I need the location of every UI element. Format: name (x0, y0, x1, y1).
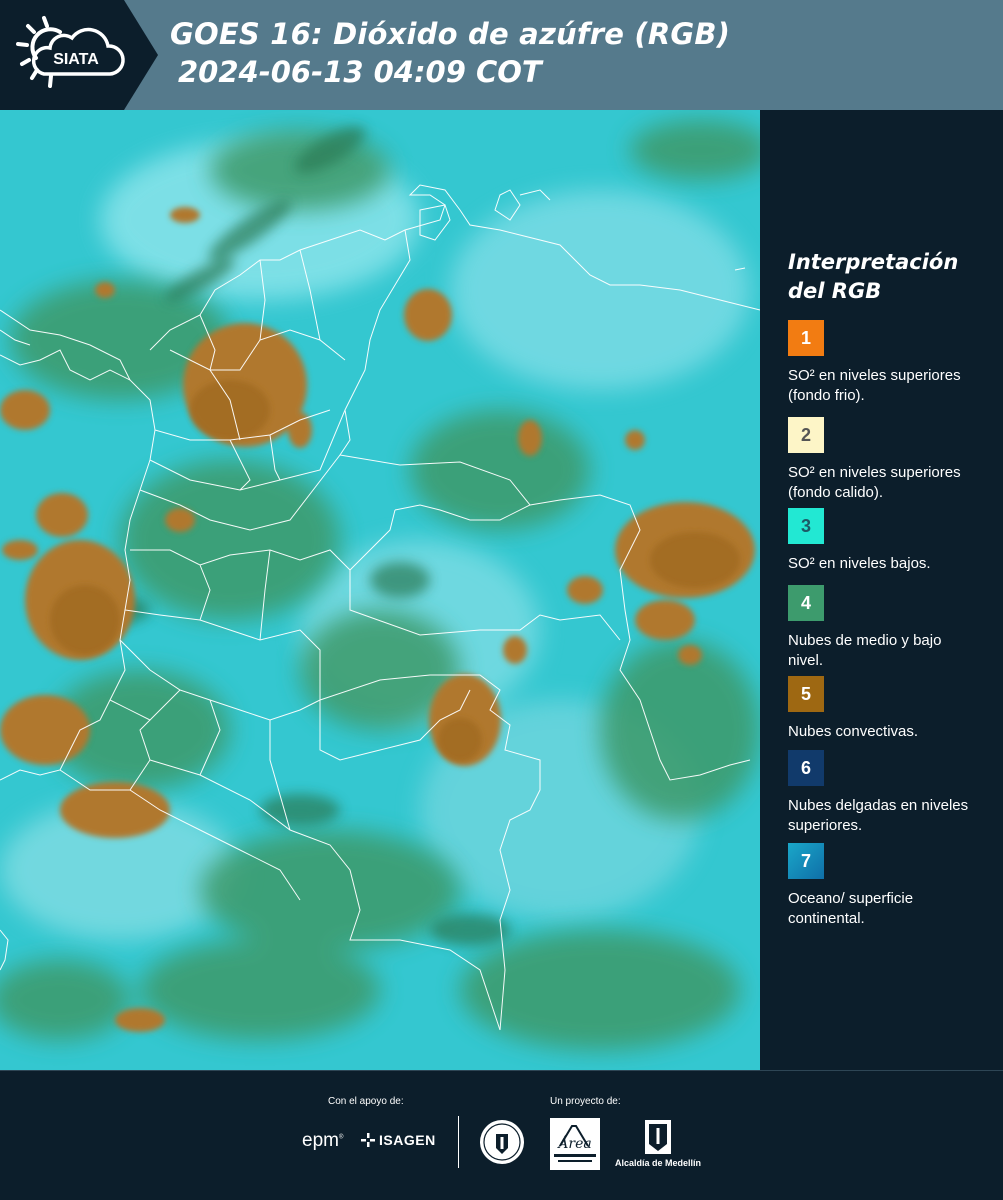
support-label: Con el apoyo de: (328, 1096, 404, 1107)
legend-description-1: SO² en niveles superiores (fondo frio). (788, 367, 961, 404)
legend-description-6: Nubes delgadas en niveles superiores. (788, 797, 969, 834)
legend-item-1: 1 SO² en niveles superiores (fondo frio)… (788, 320, 993, 406)
page-title: GOES 16: Dióxido de azúfre (RGB) (170, 17, 731, 51)
satellite-image (0, 110, 760, 1070)
legend-item-6: 6 Nubes delgadas en niveles superiores. (788, 750, 993, 836)
alcaldia-name: Alcaldía de Medellín (614, 1158, 702, 1168)
legend-panel: Interpretación del RGB 1 SO² en niveles … (762, 110, 1003, 1070)
legend-item-7: 7 Oceano/ superficie continental. (788, 843, 993, 929)
legend-item-2: 2 SO² en niveles superiores (fondo calid… (788, 417, 993, 507)
legend-item-3: 3 SO² en niveles bajos. (788, 508, 993, 574)
legend-description-5: Nubes convectivas. (788, 723, 919, 740)
legend-item-5: 5 Nubes convectivas. (788, 676, 993, 742)
project-label: Un proyecto de: (550, 1096, 621, 1107)
footer-divider-line (0, 1070, 1003, 1071)
header: SIATA GOES 16: Dióxido de azúfre (RGB) 2… (0, 0, 1003, 110)
legend-description-3: SO² en niveles bajos. (788, 555, 931, 572)
svg-text:Área: Área (556, 1134, 591, 1152)
legend-item-4: 4 Nubes de medio y bajo nivel. (788, 585, 993, 671)
legend-swatch-5: 5 (788, 676, 824, 712)
footer: Con el apoyo de: Un proyecto de: epm® IS… (0, 1070, 1003, 1200)
svg-text:SIATA: SIATA (53, 51, 99, 68)
alcaldia-medellin-logo: Alcaldía de Medellín (612, 1118, 704, 1172)
isagen-icon (361, 1133, 375, 1147)
legend-swatch-2: 2 (788, 417, 824, 453)
legend-swatch-4: 4 (788, 585, 824, 621)
legend-swatch-1: 1 (788, 320, 824, 356)
area-metropolitana-logo: Área (550, 1118, 600, 1170)
epm-logo: epm® (302, 1130, 344, 1151)
siata-logo: SIATA (16, 16, 125, 88)
legend-title: Interpretación del RGB (788, 250, 959, 303)
page-timestamp: 2024-06-13 04:09 COT (178, 55, 542, 89)
legend-swatch-7: 7 (788, 843, 824, 879)
legend-swatch-6: 6 (788, 750, 824, 786)
footer-logo-divider (458, 1116, 459, 1168)
legend-description-2: SO² en niveles superiores (fondo calido)… (788, 464, 961, 501)
legend-swatch-3: 3 (788, 508, 824, 544)
legend-description-7: Oceano/ superficie continental. (788, 890, 914, 927)
satellite-map (0, 110, 760, 1070)
alcaldia-shield-icon (645, 1120, 671, 1154)
isagen-logo: ISAGEN (360, 1132, 436, 1148)
medellin-seal-logo (480, 1120, 524, 1164)
legend-description-4: Nubes de medio y bajo nivel. (788, 632, 942, 669)
